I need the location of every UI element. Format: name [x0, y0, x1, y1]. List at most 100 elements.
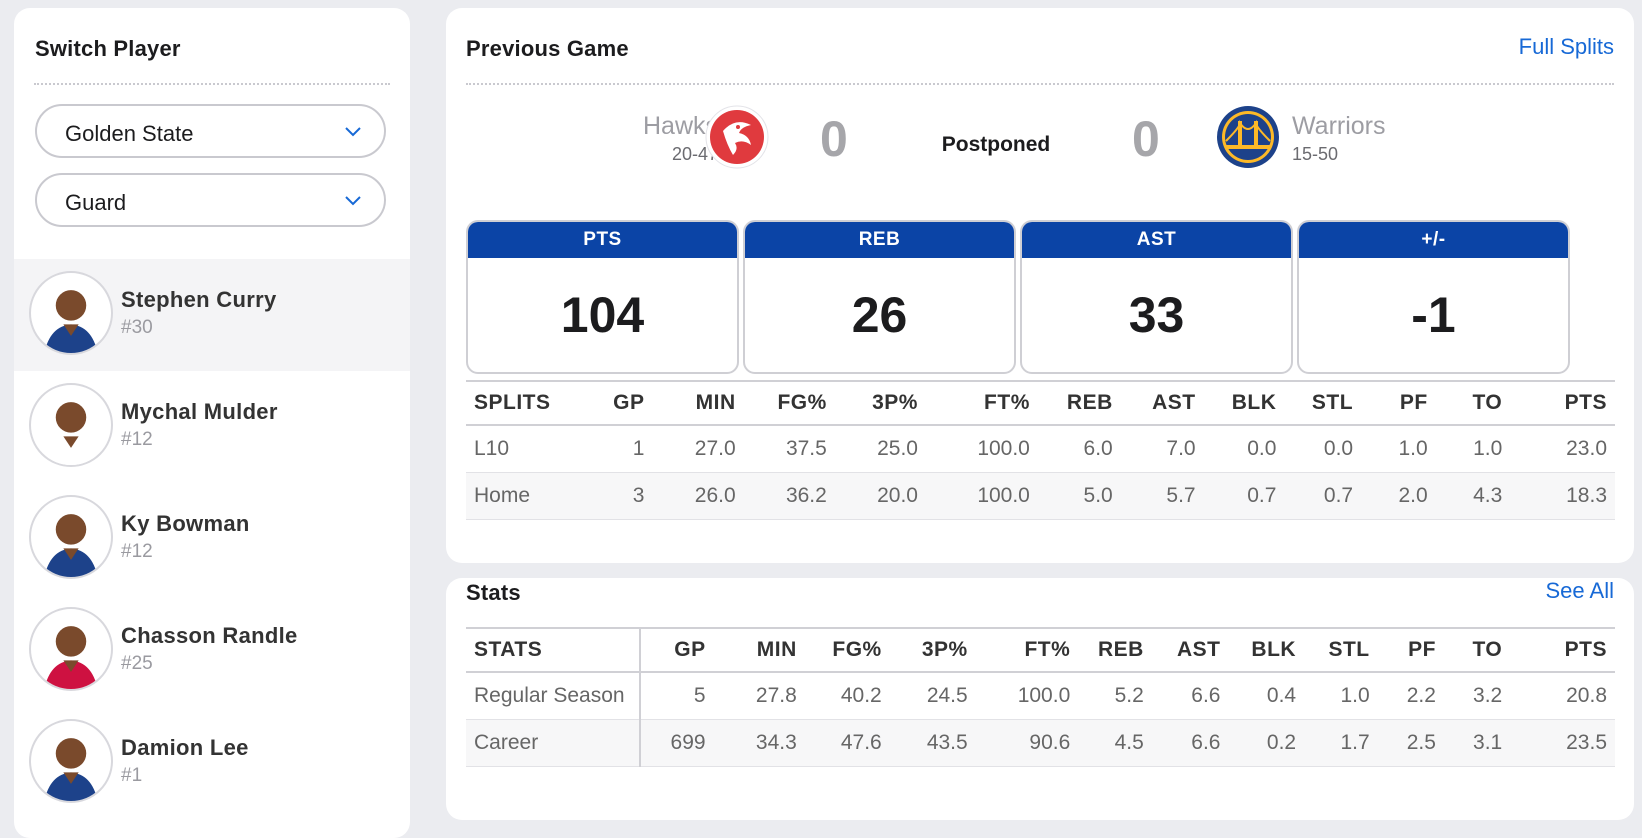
player-number: #12 [121, 429, 153, 450]
position-select[interactable]: Guard [35, 173, 386, 227]
table-cell: 43.5 [889, 719, 976, 767]
table-row: L10 1 27.0 37.5 25.0 100.0 6.0 7.0 0.0 0.0 1.0 1.0 2… [466, 425, 1615, 473]
table-cell: 36.2 [743, 472, 835, 520]
table-cell: 18.3 [1510, 472, 1615, 520]
divider [466, 83, 1614, 85]
column-header: AST [1151, 627, 1229, 673]
table-cell: 7.0 [1120, 425, 1204, 473]
stat-box-label: PTS [468, 222, 737, 258]
player-list-item[interactable]: Ky Bowman #12 [14, 483, 410, 595]
table-cell: 100.0 [925, 425, 1038, 473]
table-cell: 5.0 [1037, 472, 1121, 520]
table-cell: 1.0 [1435, 425, 1511, 473]
table-cell: 5.2 [1078, 672, 1152, 720]
player-number: #30 [121, 317, 153, 338]
player-list-item[interactable]: Mychal Mulder #12 [14, 371, 410, 483]
column-header: REB [1078, 627, 1152, 673]
team-select[interactable]: Golden State [35, 104, 386, 158]
player-name: Mychal Mulder [121, 399, 278, 424]
player-name: Ky Bowman [121, 511, 250, 536]
position-select-value: Guard [65, 190, 127, 215]
table-cell: 0.7 [1203, 472, 1285, 520]
switch-player-panel: Switch Player Golden State Guard Stephen… [14, 8, 410, 838]
player-number: #12 [121, 541, 153, 562]
warriors-logo-icon [1217, 106, 1279, 168]
table-cell: 0.7 [1284, 472, 1362, 520]
player-number: #1 [121, 765, 143, 786]
stat-box-: +/- -1 [1297, 220, 1570, 374]
column-header: PTS [1510, 380, 1615, 426]
table-cell: 20.0 [834, 472, 926, 520]
player-number: #25 [121, 653, 153, 674]
row-label: Career [466, 719, 642, 767]
column-header: 3P% [834, 380, 926, 426]
stat-box-label: +/- [1299, 222, 1568, 258]
full-splits-link[interactable]: Full Splits [1519, 34, 1614, 60]
divider [34, 83, 390, 85]
previous-game-title: Previous Game [466, 36, 629, 61]
chevron-down-icon [345, 127, 361, 137]
see-all-link[interactable]: See All [1546, 578, 1615, 604]
column-header: STL [1304, 627, 1378, 673]
table-cell: 47.6 [804, 719, 890, 767]
home-team-name: Warriors [1292, 112, 1386, 140]
away-score: 0 [820, 111, 848, 167]
stat-box-reb: REB 26 [743, 220, 1016, 374]
table-cell: 3.2 [1443, 672, 1511, 720]
player-avatar [29, 607, 113, 691]
table-cell: 34.3 [713, 719, 805, 767]
table-cell: 4.5 [1078, 719, 1152, 767]
table-cell: 3 [579, 472, 653, 520]
table-cell: 1.0 [1304, 672, 1378, 720]
stats-title: Stats [466, 580, 521, 605]
stat-box-value: 26 [851, 287, 908, 343]
column-header: MIN [652, 380, 744, 426]
row-label: Home [466, 472, 580, 520]
stats-table: STATS GP MIN FG% 3P% FT% REB AST BLK STL PF TO PTS Re… [466, 627, 1615, 767]
column-header: GP [579, 380, 653, 426]
table-cell: 24.5 [889, 672, 976, 720]
column-header: PTS [1510, 627, 1615, 673]
column-header: STL [1284, 380, 1362, 426]
switch-player-title: Switch Player [35, 36, 181, 61]
player-list-item[interactable]: Chasson Randle #25 [14, 595, 410, 707]
hawks-logo-icon [705, 105, 769, 169]
column-header: SPLITS [466, 380, 580, 426]
table-cell: 90.6 [975, 719, 1079, 767]
table-cell: 2.5 [1377, 719, 1444, 767]
table-cell: 699 [640, 719, 714, 767]
chevron-down-icon [345, 196, 361, 206]
table-cell: 100.0 [975, 672, 1079, 720]
home-score: 0 [1132, 111, 1160, 167]
table-cell: 2.0 [1361, 472, 1436, 520]
column-header: PF [1377, 627, 1444, 673]
player-avatar [29, 271, 113, 355]
column-header: FG% [743, 380, 835, 426]
table-cell: 1.0 [1361, 425, 1436, 473]
table-cell: 23.0 [1510, 425, 1615, 473]
column-header: TO [1443, 627, 1511, 673]
home-team-record: 15-50 [1292, 144, 1339, 164]
row-label: Regular Season [466, 672, 642, 720]
table-cell: 23.5 [1510, 719, 1615, 767]
stat-box-label: AST [1022, 222, 1291, 258]
row-label: L10 [466, 425, 580, 473]
player-list-item[interactable]: Stephen Curry #30 [14, 259, 410, 371]
player-name: Stephen Curry [121, 287, 277, 312]
player-name: Damion Lee [121, 735, 249, 760]
table-cell: 6.6 [1151, 672, 1229, 720]
player-avatar [29, 719, 113, 803]
player-avatar [29, 495, 113, 579]
table-cell: 5 [640, 672, 714, 720]
stat-box-value: -1 [1411, 287, 1456, 343]
stat-box-value: 104 [560, 287, 645, 343]
player-name: Chasson Randle [121, 623, 298, 648]
table-cell: 6.6 [1151, 719, 1229, 767]
stat-box-label: REB [745, 222, 1014, 258]
player-list-item[interactable]: Damion Lee #1 [14, 707, 410, 819]
column-header: BLK [1203, 380, 1285, 426]
table-cell: 40.2 [804, 672, 890, 720]
column-header: GP [640, 627, 714, 673]
player-avatar [29, 383, 113, 467]
column-header: STATS [466, 627, 642, 673]
